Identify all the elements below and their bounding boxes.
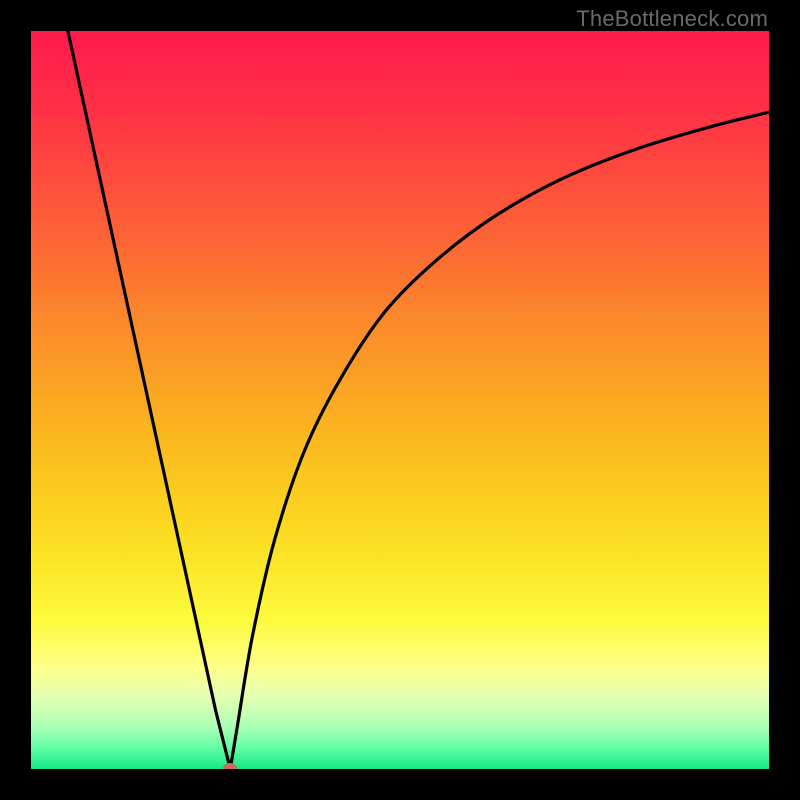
watermark-text: TheBottleneck.com <box>576 6 768 32</box>
curve-path <box>68 31 769 769</box>
plot-area <box>31 31 769 769</box>
chart-frame: TheBottleneck.com <box>0 0 800 800</box>
vertex-marker <box>223 763 237 769</box>
bottleneck-curve <box>31 31 769 769</box>
